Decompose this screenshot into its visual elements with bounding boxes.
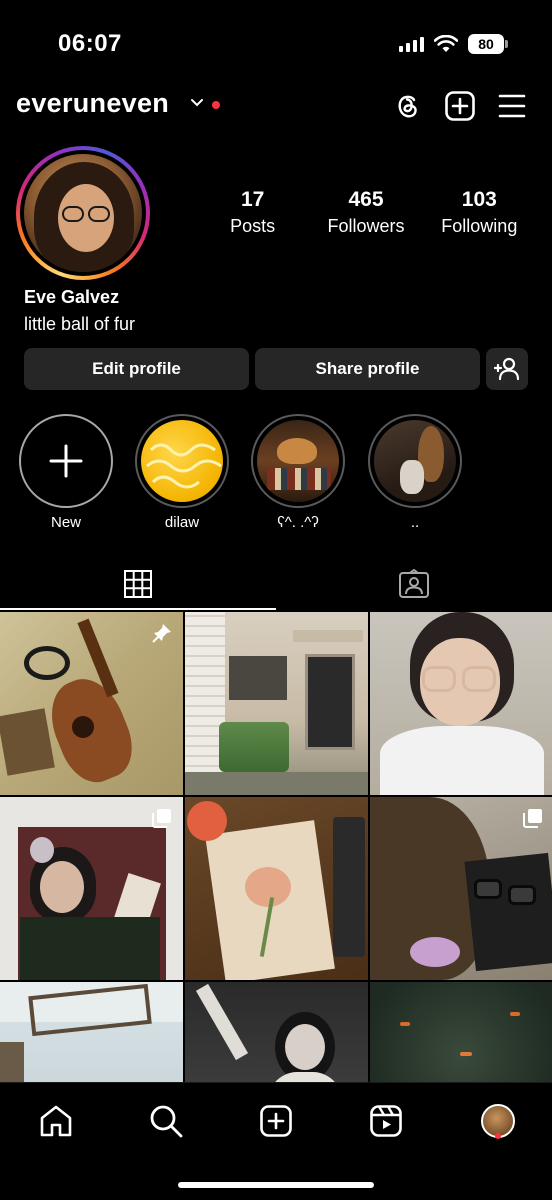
- display-name: Eve Galvez: [24, 287, 120, 307]
- status-icons: 80: [399, 34, 508, 54]
- highlight-label: dilaw: [164, 514, 200, 531]
- post-window[interactable]: [0, 982, 183, 1084]
- highlight-cover: [141, 420, 223, 502]
- stat-label: Posts: [230, 216, 276, 236]
- tab-posts-grid[interactable]: [0, 556, 276, 612]
- stat-posts[interactable]: 17 Posts: [196, 188, 309, 237]
- add-person-icon: [493, 357, 520, 381]
- plus-icon: [49, 444, 83, 478]
- battery-indicator: 80: [468, 34, 508, 54]
- cellular-signal-icon: [399, 36, 424, 52]
- pin-icon: [152, 624, 171, 643]
- username-switcher[interactable]: everuneven: [16, 88, 169, 119]
- profile-avatar-story-ring[interactable]: [16, 146, 150, 280]
- profile-header: everuneven: [0, 86, 552, 126]
- highlight-label: ʕ^. .^ʔ: [277, 514, 319, 531]
- create-icon: [260, 1105, 292, 1137]
- stat-value: 465: [348, 188, 384, 211]
- story-highlights: New dilaw ʕ^. .^ʔ ..: [0, 414, 552, 544]
- profile-actions: Edit profile Share profile: [24, 348, 528, 390]
- posts-grid: [0, 612, 552, 1084]
- notification-dot: [495, 1133, 501, 1139]
- status-bar: 06:07 80: [0, 0, 552, 88]
- status-time: 06:07: [58, 30, 122, 57]
- post-cafe[interactable]: [185, 612, 368, 795]
- create-post-icon[interactable]: [444, 90, 476, 122]
- wifi-icon: [434, 35, 458, 52]
- profile-avatar: [24, 154, 142, 272]
- post-guitar[interactable]: [0, 612, 183, 795]
- highlight-label: New: [50, 514, 81, 531]
- highlight-cover: [374, 420, 456, 502]
- post-painting[interactable]: [185, 797, 368, 980]
- nav-home[interactable]: [36, 1101, 76, 1141]
- post-glasses[interactable]: [370, 797, 552, 980]
- post-pond[interactable]: [370, 982, 552, 1084]
- highlight-label: ..: [410, 514, 420, 531]
- stat-value: 17: [240, 188, 265, 211]
- carousel-icon: [152, 809, 171, 828]
- post-selfie[interactable]: [370, 612, 552, 795]
- post-reading[interactable]: [0, 797, 183, 980]
- nav-reels[interactable]: [366, 1101, 406, 1141]
- highlight-cat[interactable]: ʕ^. .^ʔ: [250, 414, 346, 531]
- stat-value: 103: [461, 188, 497, 211]
- tagged-person-icon: [399, 569, 429, 598]
- discover-people-button[interactable]: [486, 348, 528, 390]
- carousel-icon: [523, 809, 542, 828]
- notification-dot: [212, 101, 220, 109]
- highlight-new[interactable]: New: [18, 414, 114, 531]
- threads-icon[interactable]: [392, 90, 424, 122]
- nav-search[interactable]: [146, 1101, 186, 1141]
- share-profile-button[interactable]: Share profile: [255, 348, 480, 390]
- post-portrait[interactable]: [185, 982, 368, 1084]
- active-tab-indicator: [0, 608, 276, 610]
- new-highlight-circle: [19, 414, 113, 508]
- tab-tagged[interactable]: [276, 556, 552, 612]
- stat-label: Following: [441, 216, 518, 236]
- edit-profile-button[interactable]: Edit profile: [24, 348, 249, 390]
- bio-text: little ball of fur: [24, 314, 136, 334]
- home-indicator[interactable]: [178, 1182, 374, 1188]
- profile-content-tabs: [0, 556, 552, 612]
- chevron-down-icon[interactable]: [190, 98, 204, 108]
- stat-label: Followers: [327, 216, 405, 236]
- menu-icon[interactable]: [496, 90, 528, 122]
- stat-following[interactable]: 103 Following: [423, 188, 536, 237]
- highlight-cover: [257, 420, 339, 502]
- stat-followers[interactable]: 465 Followers: [309, 188, 422, 237]
- highlight-dilaw[interactable]: dilaw: [134, 414, 230, 531]
- highlight-dots[interactable]: ..: [367, 414, 463, 531]
- nav-create[interactable]: [256, 1101, 296, 1141]
- grid-icon: [124, 570, 152, 598]
- reels-icon: [370, 1105, 402, 1137]
- search-icon: [150, 1105, 183, 1138]
- home-icon: [40, 1105, 72, 1137]
- profile-stats: 17 Posts 465 Followers 103 Following: [196, 188, 536, 237]
